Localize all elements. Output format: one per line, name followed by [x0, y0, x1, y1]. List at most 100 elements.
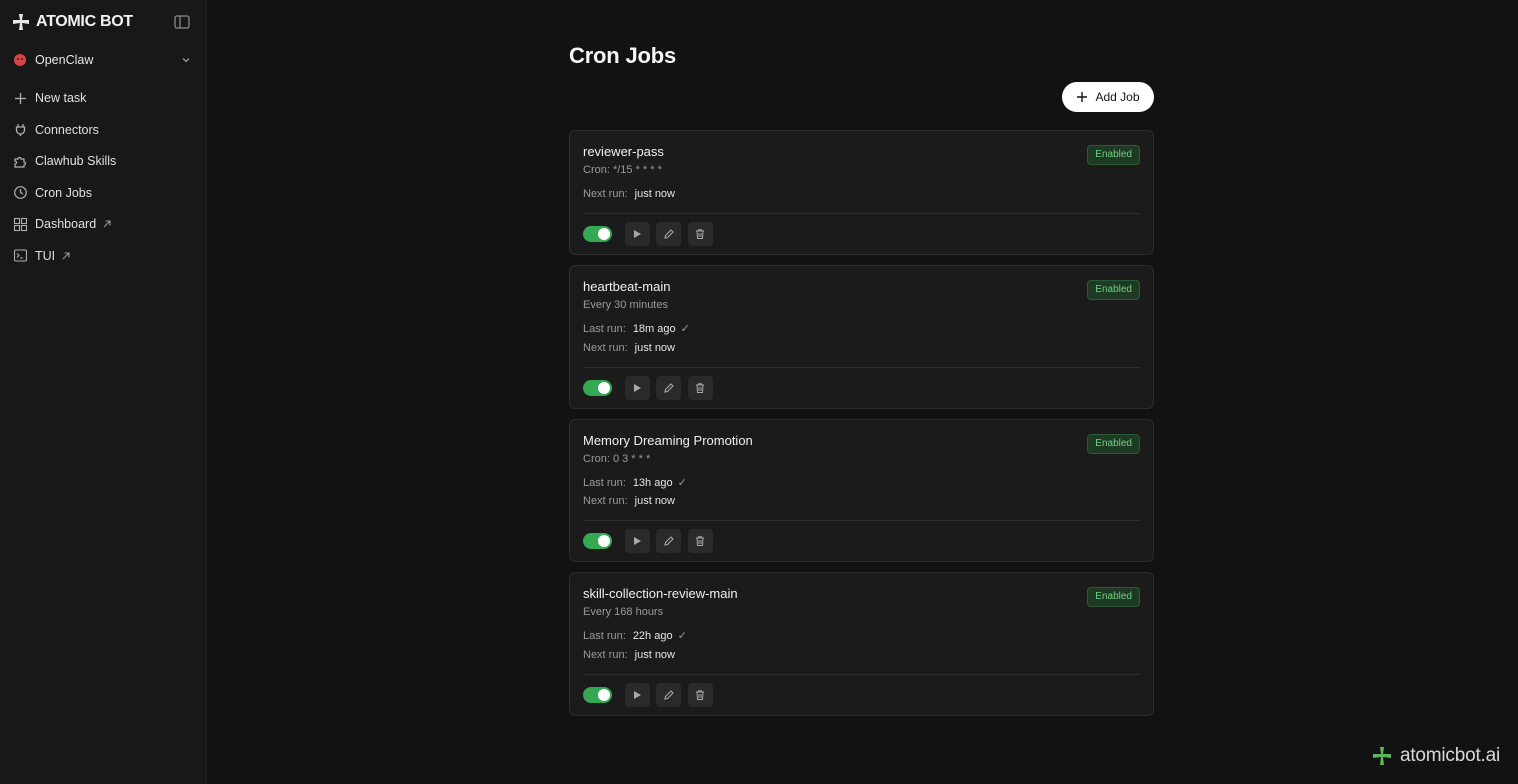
- job-controls: [583, 675, 1140, 715]
- chevron-down-icon: [182, 58, 190, 63]
- job-runs: Last run: 13h ago ✓ Next run: just now: [583, 476, 1140, 509]
- sidebar-item-label: Dashboard: [35, 217, 97, 232]
- status-badge: Enabled: [1087, 280, 1140, 300]
- check-icon: ✓: [680, 323, 690, 335]
- next-run-label: Next run:: [583, 648, 628, 661]
- toggle-knob: [598, 381, 610, 394]
- job-runs: Last run: 18m ago ✓ Next run: just now: [583, 322, 1140, 355]
- last-run-row: Last run: 18m ago ✓: [583, 322, 1140, 336]
- edit-button[interactable]: [656, 529, 681, 553]
- sidebar-nav: New task Connectors Clawhub Skills Cron …: [8, 85, 198, 275]
- job-name: heartbeat-main: [583, 279, 671, 294]
- toggle-knob: [598, 228, 610, 240]
- job-name: Memory Dreaming Promotion: [583, 432, 753, 448]
- enable-toggle[interactable]: [583, 226, 612, 242]
- openclaw-logo-icon: [14, 54, 26, 66]
- next-run-row: Next run: just now: [583, 494, 1140, 508]
- enable-toggle[interactable]: [583, 533, 612, 549]
- enable-toggle[interactable]: [583, 379, 612, 396]
- last-run-value: 13h ago: [632, 476, 673, 489]
- brand: ATOMIC BOT: [12, 11, 133, 33]
- workspace-selector[interactable]: OpenClaw: [8, 47, 198, 73]
- job-controls: [583, 368, 1140, 408]
- pencil-icon: [663, 536, 674, 546]
- sidebar-item-clawhub-skills[interactable]: Clawhub Skills: [8, 148, 198, 174]
- delete-button[interactable]: [687, 222, 713, 246]
- atomic-bot-logo-icon: [13, 14, 29, 30]
- play-icon: [634, 537, 641, 545]
- footer-brand: atomicbot.ai: [1372, 745, 1500, 767]
- job-card: Memory Dreaming Promotion Cron: 0 3 * * …: [569, 418, 1154, 562]
- job-schedule: Cron: */15 * * * *: [583, 164, 662, 176]
- next-run-value: just now: [634, 341, 675, 354]
- job-name: skill-collection-review-main: [583, 586, 738, 601]
- edit-button[interactable]: [656, 222, 681, 246]
- last-run-row: Last run: 13h ago ✓: [583, 476, 1140, 490]
- job-schedule: Cron: 0 3 * * *: [583, 452, 651, 465]
- main-content: Cron Jobs Add Job reviewer-pass Cron: */…: [207, 0, 1518, 784]
- workspace-name: OpenClaw: [35, 53, 94, 67]
- next-run-label: Next run:: [583, 341, 628, 354]
- job-controls: [583, 521, 1140, 561]
- job-schedule: Every 168 hours: [583, 606, 664, 618]
- play-icon: [634, 383, 641, 392]
- sidebar-item-connectors[interactable]: Connectors: [8, 117, 198, 143]
- edit-button[interactable]: [656, 375, 681, 400]
- trash-icon: [696, 382, 704, 393]
- play-icon: [634, 690, 641, 699]
- sidebar-item-new-task[interactable]: New task: [8, 85, 198, 111]
- last-run-value: 22h ago: [632, 630, 673, 642]
- brand-name: ATOMIC BOT: [36, 13, 133, 30]
- next-run-row: Next run: just now: [583, 341, 1140, 355]
- delete-button[interactable]: [687, 375, 713, 400]
- run-now-button[interactable]: [624, 222, 650, 246]
- last-run-label: Last run:: [583, 630, 626, 642]
- external-link-icon: [103, 220, 111, 228]
- edit-button[interactable]: [656, 682, 681, 707]
- job-schedule: Every 30 minutes: [583, 299, 668, 311]
- run-now-button[interactable]: [624, 529, 650, 553]
- delete-button[interactable]: [687, 529, 713, 553]
- trash-icon: [696, 536, 704, 546]
- delete-button[interactable]: [687, 682, 713, 707]
- sidebar-item-cron-jobs[interactable]: Cron Jobs: [8, 180, 198, 206]
- check-icon: ✓: [677, 476, 687, 489]
- status-badge: Enabled: [1087, 145, 1140, 165]
- status-badge: Enabled: [1087, 587, 1140, 607]
- next-run-label: Next run:: [583, 188, 628, 200]
- sidebar-item-label: Connectors: [35, 122, 99, 137]
- toggle-knob: [598, 535, 610, 547]
- clock-icon: [14, 186, 27, 200]
- next-run-label: Next run:: [583, 495, 628, 507]
- job-card: reviewer-pass Cron: */15 * * * * Enabled…: [569, 130, 1154, 255]
- job-card: heartbeat-main Every 30 minutes Enabled …: [569, 265, 1154, 409]
- job-runs: Next run: just now: [583, 187, 1140, 201]
- grid-icon: [13, 217, 28, 231]
- pencil-icon: [663, 229, 674, 239]
- enable-toggle[interactable]: [583, 686, 612, 703]
- pencil-icon: [663, 382, 674, 393]
- puzzle-icon: [14, 156, 27, 168]
- last-run-label: Last run:: [583, 476, 626, 489]
- next-run-value: just now: [634, 648, 675, 661]
- next-run-value: just now: [634, 495, 675, 507]
- sidebar-item-dashboard[interactable]: Dashboard: [8, 211, 198, 237]
- job-controls: [583, 214, 1140, 254]
- sidebar-item-tui[interactable]: TUI: [8, 243, 198, 269]
- add-job-button[interactable]: Add Job: [1062, 82, 1154, 112]
- sidebar-toggle-icon[interactable]: [173, 13, 191, 31]
- job-name: reviewer-pass: [583, 144, 664, 159]
- next-run-value: just now: [634, 188, 675, 200]
- sidebar-item-label: Clawhub Skills: [35, 154, 117, 169]
- external-link-icon: [62, 252, 70, 260]
- run-now-button[interactable]: [624, 375, 650, 400]
- sidebar-item-label: New task: [35, 91, 87, 105]
- plug-icon: [15, 124, 26, 137]
- sidebar-item-label: TUI: [35, 248, 56, 263]
- trash-icon: [696, 689, 704, 700]
- toggle-knob: [598, 688, 610, 701]
- run-now-button[interactable]: [624, 682, 650, 707]
- check-icon: ✓: [677, 630, 687, 642]
- plus-icon: [1077, 92, 1088, 102]
- pencil-icon: [663, 689, 674, 700]
